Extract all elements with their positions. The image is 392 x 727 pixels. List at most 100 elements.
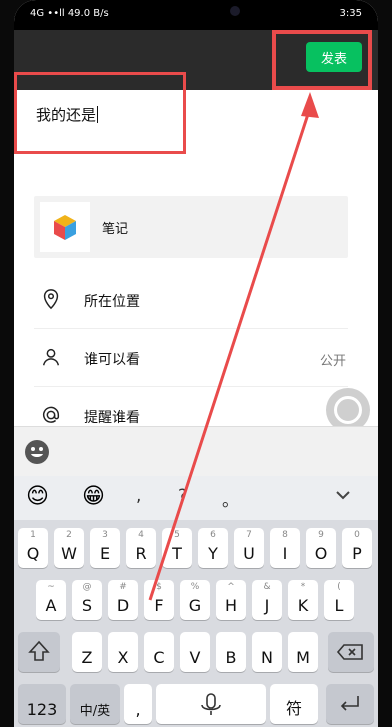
key-sub: * [300, 582, 306, 592]
key-r[interactable]: 4R [126, 528, 156, 568]
key-label: V [189, 648, 201, 667]
location-row[interactable]: 所在位置 [34, 272, 348, 329]
key-sub: ^ [227, 582, 235, 592]
key-p[interactable]: 0P [342, 528, 372, 568]
key-sub: 1 [30, 530, 36, 540]
numbers-key[interactable]: 123 [18, 684, 66, 724]
key-l[interactable]: (L [324, 580, 354, 620]
return-key[interactable] [326, 684, 374, 724]
key-x[interactable]: X [108, 632, 138, 672]
key-w[interactable]: 2W [54, 528, 84, 568]
key-label: C [153, 648, 165, 667]
key-h[interactable]: ^ H [216, 580, 246, 620]
key-v[interactable]: V [180, 632, 210, 672]
key-label: , [135, 700, 141, 719]
language-key[interactable]: 中/英 [70, 684, 120, 724]
at-icon [43, 406, 60, 423]
key-label: K [297, 596, 309, 615]
key-label: H [224, 596, 238, 615]
location-label: 所在位置 [84, 294, 140, 310]
smile-emoji-icon[interactable]: 😊 [26, 484, 49, 509]
space-key[interactable] [156, 684, 266, 724]
comma-key[interactable]: , [124, 684, 152, 724]
key-n[interactable]: N [252, 632, 282, 672]
key-label: T [172, 544, 182, 563]
key-sub: $ [156, 582, 162, 592]
key-label: J [264, 596, 270, 615]
key-c[interactable]: C [144, 632, 174, 672]
key-s[interactable]: @ S [72, 580, 102, 620]
key-z[interactable]: Z [72, 632, 102, 672]
key-label: Z [81, 648, 93, 667]
key-e[interactable]: 3E [90, 528, 120, 568]
return-icon [340, 696, 359, 711]
key-d[interactable]: # D [108, 580, 138, 620]
key-o[interactable]: 9O [306, 528, 336, 568]
key-sub: 7 [246, 530, 252, 540]
key-label: L [334, 596, 344, 615]
key-a[interactable]: ~ A [36, 580, 66, 620]
status-right: 3:35 [339, 8, 362, 19]
period-candidate[interactable]: 。 [222, 486, 239, 511]
key-sub: @ [82, 582, 92, 592]
question-candidate[interactable]: ? [178, 486, 187, 506]
key-label: X [117, 648, 129, 667]
key-label: B [225, 648, 237, 667]
key-label: A [45, 596, 57, 615]
key-label: 123 [26, 700, 58, 719]
key-sub: ( [337, 582, 341, 592]
key-sub: 4 [138, 530, 144, 540]
key-q[interactable]: 1Q [18, 528, 48, 568]
key-b[interactable]: B [216, 632, 246, 672]
key-f[interactable]: $ F [144, 580, 174, 620]
phone-frame: 4G ••ll 49.0 B/s 3:35 发表 我的还是 笔记 所在位置 谁可… [0, 0, 392, 727]
visibility-value: 公开 [319, 354, 346, 369]
highlight-box [272, 30, 372, 90]
grin-emoji-icon[interactable]: 😁 [82, 484, 105, 509]
camera-icon [230, 6, 240, 16]
key-m[interactable]: M [288, 632, 318, 672]
key-label: G [188, 596, 202, 615]
key-label: Y [208, 544, 218, 563]
key-u[interactable]: 7U [234, 528, 264, 568]
key-label: M [296, 648, 310, 667]
visibility-label: 谁可以看 [84, 352, 140, 368]
key-label: 中/英 [79, 704, 111, 719]
key-j[interactable]: & J [252, 580, 282, 620]
key-label: Q [26, 544, 40, 563]
key-t[interactable]: 5T [162, 528, 192, 568]
mention-label: 提醒谁看 [84, 410, 140, 426]
note-attachment[interactable]: 笔记 [34, 196, 348, 258]
emoji-icon[interactable] [24, 439, 50, 465]
key-sub: # [119, 582, 127, 592]
visibility-row[interactable]: 谁可以看 公开 [34, 330, 348, 387]
symbols-key[interactable]: 符 [270, 684, 318, 724]
shift-icon [28, 640, 50, 661]
key-y[interactable]: 6Y [198, 528, 228, 568]
key-sub: 5 [174, 530, 180, 540]
key-sub: 8 [282, 530, 288, 540]
backspace-key[interactable] [328, 632, 374, 672]
key-sub: 0 [354, 530, 360, 540]
chevron-down-icon[interactable] [334, 488, 352, 502]
key-label: P [352, 544, 362, 563]
key-sub: 6 [210, 530, 216, 540]
key-sub: % [190, 582, 200, 592]
highlight-box [14, 72, 186, 154]
key-i[interactable]: 8I [270, 528, 300, 568]
key-sub: & [263, 582, 271, 592]
pin-icon [43, 289, 59, 310]
key-k[interactable]: * K [288, 580, 318, 620]
comma-candidate[interactable]: , [136, 486, 141, 506]
emoji-toolbar [14, 426, 378, 477]
key-sub: 9 [318, 530, 324, 540]
cube-icon [40, 202, 90, 252]
shift-key[interactable] [18, 632, 60, 672]
key-g[interactable]: % G [180, 580, 210, 620]
mic-icon [201, 693, 221, 715]
post-editor[interactable]: 我的还是 [14, 72, 378, 185]
backspace-icon [336, 644, 363, 660]
key-sub: 2 [66, 530, 72, 540]
notch [132, 0, 272, 26]
key-label: 符 [285, 699, 302, 718]
